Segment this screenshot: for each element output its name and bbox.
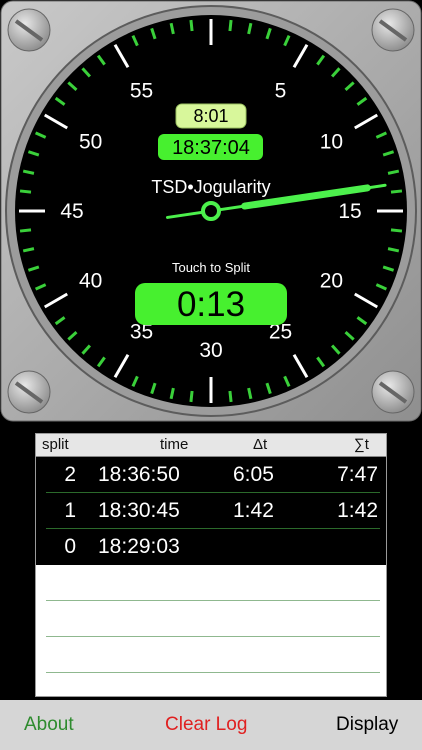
display-button[interactable]: Display [336, 714, 398, 736]
log-row[interactable]: 1 18:30:45 1:42 1:42 [36, 493, 386, 529]
screw-bottom-left-icon [7, 370, 51, 414]
empty-row-line [46, 672, 380, 673]
small-time: 8:01 [193, 106, 228, 126]
clear-log-button[interactable]: Clear Log [165, 714, 247, 736]
header-sum: ∑t [354, 436, 369, 453]
header-split: split [42, 436, 69, 453]
minor-tick [189, 390, 194, 403]
dial-numeral: 45 [60, 200, 83, 223]
row-time: 18:30:45 [98, 499, 180, 522]
row-time: 18:36:50 [98, 463, 180, 486]
empty-row-line [46, 636, 380, 637]
row-sum: 7:47 [337, 463, 378, 486]
minor-tick [390, 228, 403, 233]
dial-numeral: 55 [130, 80, 153, 103]
log-row[interactable]: 0 18:29:03 [36, 529, 386, 565]
minor-tick [390, 189, 403, 194]
dial-numeral: 15 [338, 200, 361, 223]
dial-numeral: 40 [79, 270, 102, 293]
row-split: 2 [64, 463, 76, 486]
hand-pivot [201, 201, 221, 221]
screw-top-right-icon [371, 8, 415, 52]
minor-tick [228, 19, 233, 32]
dial-numeral: 30 [199, 339, 222, 362]
header-delta: Δt [253, 436, 268, 453]
log-rows: 2 18:36:50 6:05 7:47 1 18:30:45 1:42 1:4… [36, 457, 386, 565]
log-header: split time Δt ∑t [36, 434, 386, 457]
row-split: 0 [64, 535, 76, 558]
empty-row-line [46, 600, 380, 601]
screw-top-left-icon [7, 8, 51, 52]
touch-hint[interactable]: Touch to Split [172, 260, 250, 275]
brand-label: TSD•Jogularity [151, 177, 270, 197]
row-time: 18:29:03 [98, 535, 180, 558]
screw-bottom-right-icon [371, 370, 415, 414]
minor-tick [228, 390, 233, 403]
row-sum: 1:42 [337, 499, 378, 522]
row-delta: 6:05 [233, 463, 274, 486]
header-time: time [160, 436, 189, 453]
minor-tick [19, 228, 32, 233]
about-button[interactable]: About [24, 714, 74, 736]
elapsed-time[interactable]: 0:13 [177, 285, 245, 324]
row-delta: 1:42 [233, 499, 274, 522]
dial-numeral: 10 [320, 131, 343, 154]
row-split: 1 [64, 499, 76, 522]
minor-tick [19, 189, 32, 194]
log-row[interactable]: 2 18:36:50 6:05 7:47 [36, 457, 386, 493]
dial-numeral: 20 [320, 270, 343, 293]
split-log[interactable]: split time Δt ∑t 2 18:36:50 6:05 7:47 1 … [35, 433, 387, 697]
dial-numeral: 50 [79, 131, 102, 154]
minor-tick [189, 19, 194, 32]
stopwatch-panel: 303540455055 510152025 8:01 18:37:04 TSD•… [0, 0, 422, 422]
clock-time: 18:37:04 [172, 137, 250, 159]
dial-numeral: 5 [275, 80, 287, 103]
bottom-toolbar: About Clear Log Display [0, 700, 422, 750]
